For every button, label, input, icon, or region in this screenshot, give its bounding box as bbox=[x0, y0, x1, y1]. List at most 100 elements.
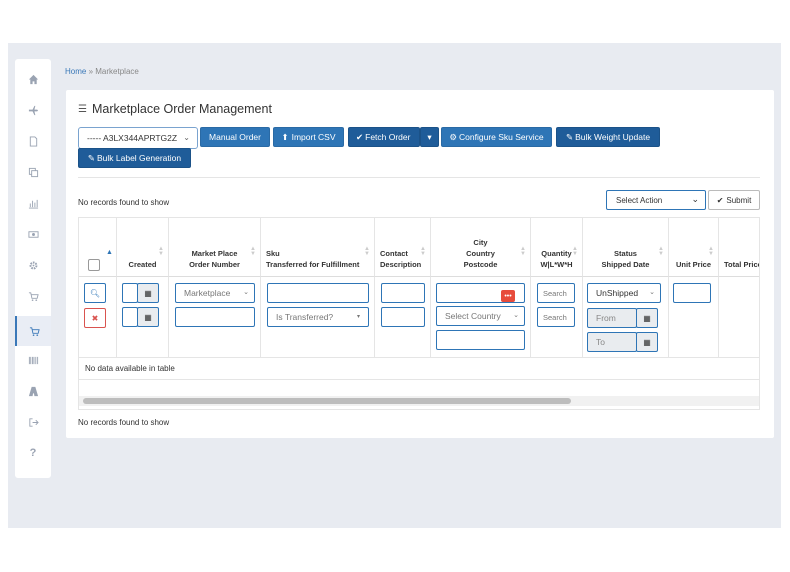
city-input[interactable]: ••• bbox=[436, 283, 525, 303]
description-input[interactable] bbox=[381, 307, 425, 327]
status-select[interactable]: UnShipped ⌄ bbox=[587, 283, 661, 303]
submit-button[interactable]: ✔ Submit bbox=[708, 190, 760, 210]
sidebar-item-copies[interactable] bbox=[15, 158, 51, 186]
header-mp-line1: Market Place bbox=[191, 249, 238, 258]
chevron-down-icon: ⌄ bbox=[513, 312, 519, 319]
calendar-icon: ▦ bbox=[144, 312, 152, 322]
column-header-total-price[interactable]: Total Price bbox=[719, 218, 760, 277]
column-header-unit-price[interactable]: Unit Price ▲ ▼ bbox=[669, 218, 719, 277]
dimensions-search-input[interactable]: Search bbox=[537, 307, 575, 327]
sidebar-item-barcodes[interactable] bbox=[15, 346, 51, 374]
marketplace-select[interactable]: Marketplace ⌄ bbox=[175, 283, 255, 303]
filter-cell-marketplace: Marketplace ⌄ bbox=[169, 277, 261, 358]
column-header-sku[interactable]: Sku Transferred for Fulfillment ▲ ▼ bbox=[261, 218, 375, 277]
sidebar-item-marketplace[interactable] bbox=[15, 316, 51, 346]
sort-icon: ▲ ▼ bbox=[658, 246, 664, 257]
filter-cell-quantity: Search Search bbox=[531, 277, 583, 358]
column-header-created[interactable]: Created ▲ ▼ bbox=[117, 218, 169, 277]
sidebar-item-billing[interactable] bbox=[15, 220, 51, 248]
manual-order-label: Manual Order bbox=[209, 132, 261, 142]
edit-icon: ✎ bbox=[87, 152, 95, 163]
select-action-dropdown[interactable]: Select Action ⌄ bbox=[606, 190, 706, 210]
manual-order-button[interactable]: Manual Order bbox=[200, 127, 270, 147]
fetch-order-dropdown[interactable]: ▾ bbox=[420, 127, 439, 147]
breadcrumb-current: Marketplace bbox=[95, 67, 139, 76]
sidebar-item-documents[interactable] bbox=[15, 127, 51, 155]
postcode-input[interactable] bbox=[436, 330, 525, 350]
contact-input[interactable] bbox=[381, 283, 425, 303]
orders-table: ▲ Created ▲ ▼ Market Place Order Number ▲… bbox=[78, 217, 760, 410]
sort-icon: ▲ ▼ bbox=[420, 246, 426, 257]
column-header-contact[interactable]: Contact Description ▲ ▼ bbox=[375, 218, 431, 277]
filter-cell-created: ▦ ▦ bbox=[117, 277, 169, 358]
sku-input[interactable] bbox=[267, 283, 369, 303]
column-header-marketplace[interactable]: Market Place Order Number ▲ ▼ bbox=[169, 218, 261, 277]
caret-down-icon: ▾ bbox=[427, 131, 432, 142]
quantity-search-input[interactable]: Search bbox=[537, 283, 575, 303]
configure-sku-button[interactable]: ⚙ Configure Sku Service bbox=[441, 127, 552, 147]
chevron-down-icon: ⌄ bbox=[649, 289, 655, 296]
bulk-weight-button[interactable]: ✎ Bulk Weight Update bbox=[556, 127, 660, 147]
gear-icon: ⚙ bbox=[449, 131, 458, 142]
order-number-input[interactable] bbox=[175, 307, 255, 327]
bulk-label-button[interactable]: ✎ Bulk Label Generation bbox=[78, 148, 191, 168]
sidebar-item-home[interactable] bbox=[15, 65, 51, 93]
shipped-to-calendar[interactable]: ▦ bbox=[636, 332, 658, 352]
quantity-search-placeholder: Search bbox=[543, 288, 567, 298]
store-select[interactable]: ----- A3LX344APRTG2Z ⌄ bbox=[78, 127, 198, 149]
sort-icon: ▲ ▼ bbox=[708, 246, 714, 257]
home-icon bbox=[28, 74, 38, 84]
sidebar-item-help[interactable]: ? bbox=[15, 439, 51, 467]
main-card: ☰ Marketplace Order Management ----- A3L… bbox=[66, 90, 774, 438]
bulk-label-label: Bulk Label Generation bbox=[97, 153, 182, 163]
sort-icon: ▲ ▼ bbox=[250, 246, 256, 257]
header-city-line2: Country bbox=[466, 249, 495, 258]
horizontal-scrollbar[interactable] bbox=[79, 396, 759, 406]
sidebar-item-cart[interactable] bbox=[15, 282, 51, 310]
select-all-checkbox[interactable] bbox=[88, 259, 100, 271]
page-title: ☰ Marketplace Order Management bbox=[78, 102, 272, 116]
import-csv-button[interactable]: ⬆ Import CSV bbox=[273, 127, 344, 147]
sidebar-item-reports[interactable] bbox=[15, 189, 51, 217]
breadcrumb-home[interactable]: Home bbox=[65, 67, 86, 76]
column-header-status[interactable]: Status Shipped Date ▲ ▼ bbox=[583, 218, 669, 277]
created-from-calendar[interactable]: ▦ bbox=[137, 283, 159, 303]
sort-asc-icon[interactable]: ▲ bbox=[106, 247, 113, 258]
store-select-value: ----- A3LX344APRTG2Z bbox=[87, 133, 178, 143]
column-header-city[interactable]: City Country Postcode ▲ ▼ bbox=[431, 218, 531, 277]
country-select[interactable]: Select Country ⌄ bbox=[436, 306, 525, 326]
header-status-line2: Shipped Date bbox=[601, 260, 650, 269]
transferred-select[interactable]: Is Transferred? ▾ bbox=[267, 307, 369, 327]
scrollbar-thumb[interactable] bbox=[83, 398, 571, 404]
search-icon: 🔍︎ bbox=[89, 288, 101, 298]
breadcrumb-separator: » bbox=[88, 67, 94, 76]
shipped-to-input[interactable]: To bbox=[587, 332, 637, 352]
shipped-from-calendar[interactable]: ▦ bbox=[636, 308, 658, 328]
shipped-from-input[interactable]: From bbox=[587, 308, 637, 328]
calendar-icon: ▦ bbox=[144, 288, 152, 298]
breadcrumb: Home » Marketplace bbox=[65, 67, 139, 76]
file-pdf-icon bbox=[29, 135, 37, 147]
fetch-order-button[interactable]: ✔ Fetch Order bbox=[348, 127, 420, 147]
shipped-to-placeholder: To bbox=[596, 337, 605, 347]
password-manager-icon[interactable]: ••• bbox=[501, 290, 515, 302]
bulk-weight-label: Bulk Weight Update bbox=[575, 132, 651, 142]
header-total-price: Total Price bbox=[724, 260, 760, 269]
created-from-input[interactable] bbox=[122, 283, 138, 303]
sidebar-item-logout[interactable] bbox=[15, 408, 51, 436]
column-header-quantity[interactable]: Quantity W|L*W*H ▲ ▼ bbox=[531, 218, 583, 277]
created-to-input[interactable] bbox=[122, 307, 138, 327]
sidebar-item-routes[interactable] bbox=[15, 377, 51, 405]
filter-search-button[interactable]: 🔍︎ bbox=[84, 283, 106, 303]
filter-cell-contact bbox=[375, 277, 431, 358]
records-info-top: No records found to show bbox=[78, 198, 170, 207]
sidebar-item-settings[interactable] bbox=[15, 251, 51, 279]
created-to-calendar[interactable]: ▦ bbox=[137, 307, 159, 327]
filter-cell-status: UnShipped ⌄ From ▦ To ▦ bbox=[583, 277, 669, 358]
sort-icon: ▲ ▼ bbox=[158, 246, 164, 257]
filter-clear-button[interactable]: ✖ bbox=[84, 308, 106, 328]
sidebar-item-flights[interactable] bbox=[15, 96, 51, 124]
unit-price-input[interactable] bbox=[673, 283, 711, 303]
caret-down-icon: ▾ bbox=[356, 314, 360, 320]
calendar-icon: ▦ bbox=[643, 337, 651, 347]
